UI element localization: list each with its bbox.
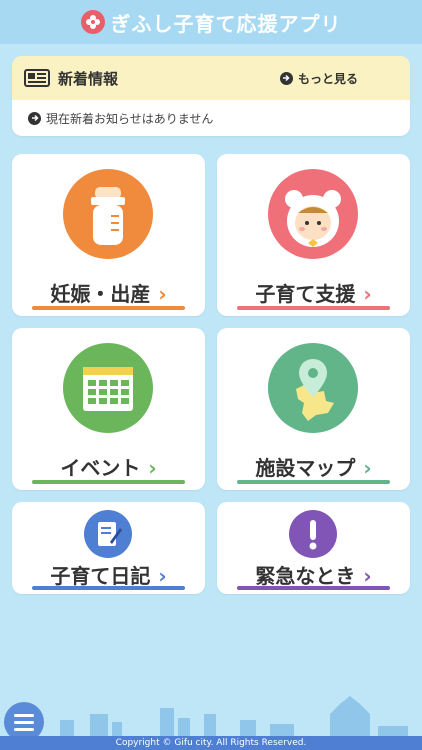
calendar-icon <box>63 343 153 433</box>
menu-card-event[interactable]: イベント › <box>12 328 205 490</box>
baby-bottle-icon <box>63 169 153 259</box>
menu-line-icon <box>14 727 34 731</box>
baby-face-icon <box>268 169 358 259</box>
news-title: 新着情報 <box>58 69 119 88</box>
menu-label-childcare: 子育て支援 › <box>217 278 410 307</box>
exclamation-icon <box>289 510 337 558</box>
chevron-right-icon: › <box>148 456 157 480</box>
menu-underline <box>237 306 390 310</box>
news-more-label: もっと見る <box>297 71 358 86</box>
menu-card-facility-map[interactable]: 施設マップ › <box>217 328 410 490</box>
menu-label-event: イベント › <box>12 452 205 481</box>
chevron-right-icon: › <box>363 456 372 480</box>
menu-underline <box>32 306 185 310</box>
menu-card-emergency[interactable]: 緊急なとき › <box>217 502 410 594</box>
menu-underline <box>237 586 390 590</box>
menu-pregnancy-text: 妊娠・出産 <box>50 282 151 306</box>
menu-line-icon <box>14 713 34 717</box>
chevron-right-icon: › <box>158 564 167 588</box>
menu-label-emergency: 緊急なとき › <box>217 560 410 589</box>
menu-underline <box>237 480 390 484</box>
arrow-right-icon <box>279 71 293 85</box>
menu-facility-map-text: 施設マップ <box>255 456 356 480</box>
notebook-pen-icon <box>84 510 132 558</box>
news-panel: 新着情報 もっと見る 現在新着お知らせはありません <box>12 56 410 136</box>
menu-card-diary[interactable]: 子育て日記 › <box>12 502 205 594</box>
copyright-footer: Copyright © Gifu city. All Rights Reserv… <box>0 736 422 750</box>
menu-diary-text: 子育て日記 <box>50 564 151 588</box>
menu-label-facility-map: 施設マップ › <box>217 452 410 481</box>
city-skyline-decoration <box>60 696 408 740</box>
menu-card-pregnancy[interactable]: 妊娠・出産 › <box>12 154 205 316</box>
chevron-right-icon: › <box>363 564 372 588</box>
chevron-right-icon: › <box>363 282 372 306</box>
map-pin-icon <box>268 343 358 433</box>
menu-event-text: イベント <box>60 456 141 480</box>
menu-card-childcare[interactable]: 子育て支援 › <box>217 154 410 316</box>
app-title: ぎふし子育て応援アプリ <box>110 11 342 36</box>
menu-label-pregnancy: 妊娠・出産 › <box>12 278 205 307</box>
arrow-right-icon <box>28 111 41 125</box>
news-more-link[interactable]: もっと見る <box>279 56 358 100</box>
menu-underline <box>32 586 185 590</box>
menu-underline <box>32 480 185 484</box>
newspaper-icon <box>24 69 50 87</box>
menu-emergency-text: 緊急なとき <box>255 564 356 588</box>
app-header: ぎふし子育て応援アプリ <box>0 0 422 44</box>
news-item: 現在新着お知らせはありません <box>12 100 410 136</box>
menu-line-icon <box>14 720 34 724</box>
menu-label-diary: 子育て日記 › <box>12 560 205 589</box>
app-logo-icon <box>80 10 105 34</box>
chevron-right-icon: › <box>158 282 167 306</box>
menu-childcare-text: 子育て支援 <box>255 282 356 306</box>
news-empty-message: 現在新着お知らせはありません <box>46 111 214 126</box>
